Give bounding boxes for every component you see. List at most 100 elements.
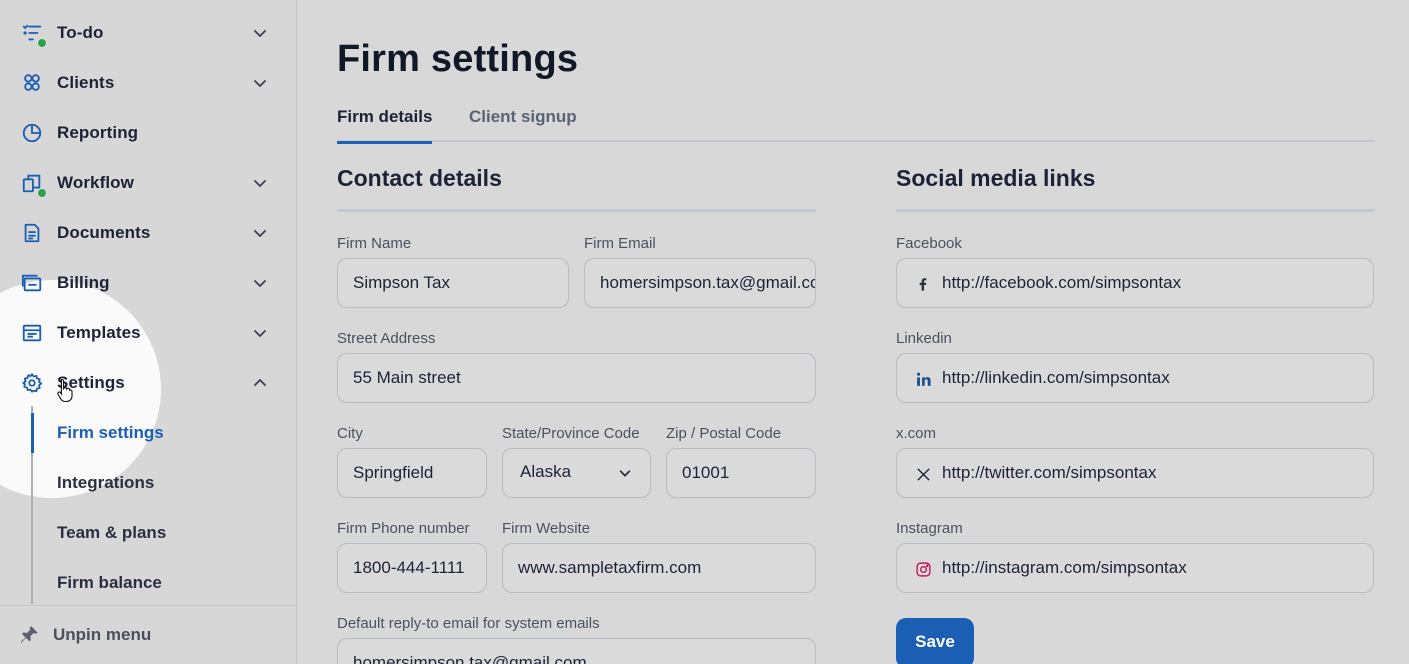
state-value: Alaska xyxy=(520,462,572,481)
sidebar-item-label: Billing xyxy=(57,273,110,292)
unpin-menu-button[interactable]: Unpin menu xyxy=(0,605,296,664)
zip-label: Zip / Postal Code xyxy=(666,425,782,442)
document-icon xyxy=(20,221,44,245)
street-address-label: Street Address xyxy=(337,330,436,347)
facebook-label: Facebook xyxy=(896,235,962,252)
state-select[interactable]: Alaska xyxy=(502,448,651,498)
tab-client-signup[interactable]: Client signup xyxy=(469,104,577,142)
website-value: www.sampletaxfirm.com xyxy=(518,558,702,577)
reply-email-label: Default reply-to email for system emails xyxy=(337,615,600,632)
tab-bar: Firm details Client signup xyxy=(337,104,1374,144)
unpin-menu-label: Unpin menu xyxy=(53,625,152,644)
gear-icon xyxy=(20,371,44,395)
sidebar-item-clients[interactable]: Clients xyxy=(0,58,296,108)
street-address-input[interactable]: 55 Main street xyxy=(337,353,816,403)
sidebar-subitem-integrations[interactable]: Integrations xyxy=(0,458,296,508)
zip-value: 01001 xyxy=(682,463,730,482)
sidebar-item-todo[interactable]: To-do xyxy=(0,8,296,58)
website-input[interactable]: www.sampletaxfirm.com xyxy=(502,543,816,593)
linkedin-label: Linkedin xyxy=(896,330,952,347)
todo-list-icon xyxy=(20,21,47,48)
facebook-icon xyxy=(913,274,933,294)
social-links-title: Social media links xyxy=(896,165,1096,191)
firm-name-value: Simpson Tax xyxy=(353,273,451,292)
chevron-down-icon[interactable] xyxy=(252,275,268,291)
sidebar-item-label: Clients xyxy=(57,73,115,92)
sidebar-item-label: Documents xyxy=(57,223,151,242)
sidebar-item-label: Workflow xyxy=(57,173,134,192)
templates-icon xyxy=(20,321,44,345)
section-divider xyxy=(337,209,816,212)
pie-chart-icon xyxy=(20,121,44,145)
sidebar-nav: To-do Clients Reporting Workflow Documen… xyxy=(0,8,296,608)
linkedin-icon xyxy=(913,369,933,389)
sidebar-item-documents[interactable]: Documents xyxy=(0,208,296,258)
sidebar-item-label: To-do xyxy=(57,23,104,42)
chevron-up-icon[interactable] xyxy=(252,375,268,391)
x-label: x.com xyxy=(896,425,937,442)
sidebar-item-workflow[interactable]: Workflow xyxy=(0,158,296,208)
sidebar-item-settings[interactable]: Settings xyxy=(0,358,296,408)
pin-icon xyxy=(20,626,38,643)
sidebar-subitem-firm-settings[interactable]: Firm settings xyxy=(0,408,296,458)
chevron-down-icon[interactable] xyxy=(252,225,268,241)
reply-email-value: homersimpson.tax@gmail.com xyxy=(353,653,587,664)
chevron-down-icon[interactable] xyxy=(252,25,268,41)
sidebar-subitem-firm-balance[interactable]: Firm balance xyxy=(0,558,296,608)
website-label: Firm Website xyxy=(502,520,591,537)
page-title: Firm settings xyxy=(337,38,579,80)
phone-input[interactable]: 1800-444-1111 xyxy=(337,543,487,593)
x-input[interactable]: http://twitter.com/simpsontax xyxy=(896,448,1374,498)
linkedin-value: http://linkedin.com/simpsontax xyxy=(942,368,1170,387)
street-address-value: 55 Main street xyxy=(353,368,461,387)
sidebar-item-billing[interactable]: Billing xyxy=(0,258,296,308)
mouse-pointer-icon xyxy=(57,378,73,403)
chevron-down-icon[interactable] xyxy=(252,75,268,91)
firm-name-label: Firm Name xyxy=(337,235,412,252)
sidebar-subitem-label: Integrations xyxy=(57,473,155,492)
sidebar-subitem-label: Firm settings xyxy=(57,423,164,442)
billing-icon xyxy=(20,271,44,295)
sidebar-item-label: Reporting xyxy=(57,123,139,142)
reply-email-input[interactable]: homersimpson.tax@gmail.com xyxy=(337,638,816,664)
notification-dot xyxy=(37,188,47,198)
submenu-active-indicator xyxy=(31,413,34,453)
instagram-value: http://instagram.com/simpsontax xyxy=(942,558,1187,577)
sidebar-subitem-label: Firm balance xyxy=(57,573,162,592)
chevron-down-icon[interactable] xyxy=(252,325,268,341)
phone-label: Firm Phone number xyxy=(337,520,470,537)
firm-email-label: Firm Email xyxy=(584,235,656,252)
instagram-input[interactable]: http://instagram.com/simpsontax xyxy=(896,543,1374,593)
notification-dot xyxy=(37,38,47,48)
facebook-value: http://facebook.com/simpsontax xyxy=(942,273,1182,292)
clients-icon xyxy=(20,71,44,95)
sidebar-subitem-team-plans[interactable]: Team & plans xyxy=(0,508,296,558)
section-divider xyxy=(896,209,1374,212)
city-label: City xyxy=(337,425,363,442)
linkedin-input[interactable]: http://linkedin.com/simpsontax xyxy=(896,353,1374,403)
instagram-icon xyxy=(913,559,933,579)
contact-details-title: Contact details xyxy=(337,165,502,191)
city-input[interactable]: Springfield xyxy=(337,448,487,498)
zip-input[interactable]: 01001 xyxy=(666,448,816,498)
city-value: Springfield xyxy=(353,463,434,482)
firm-email-input[interactable]: homersimpson.tax@gmail.com xyxy=(584,258,816,308)
firm-email-value: homersimpson.tax@gmail.com xyxy=(600,273,816,292)
workflow-icon xyxy=(20,171,47,198)
facebook-input[interactable]: http://facebook.com/simpsontax xyxy=(896,258,1374,308)
x-logo-icon xyxy=(913,464,933,484)
tab-firm-details[interactable]: Firm details xyxy=(337,104,433,144)
sidebar-item-templates[interactable]: Templates xyxy=(0,308,296,358)
chevron-down-icon[interactable] xyxy=(252,175,268,191)
instagram-label: Instagram xyxy=(896,520,963,537)
x-value: http://twitter.com/simpsontax xyxy=(942,463,1157,482)
main-content: Firm settings Firm details Client signup… xyxy=(297,0,1409,664)
firm-name-input[interactable]: Simpson Tax xyxy=(337,258,569,308)
save-button[interactable]: Save xyxy=(896,618,974,664)
chevron-down-icon xyxy=(619,470,631,477)
sidebar-item-label: Templates xyxy=(57,323,141,342)
state-label: State/Province Code xyxy=(502,425,640,442)
sidebar-item-reporting[interactable]: Reporting xyxy=(0,108,296,158)
phone-value: 1800-444-1111 xyxy=(353,558,465,577)
sidebar: To-do Clients Reporting Workflow Documen… xyxy=(0,0,297,664)
